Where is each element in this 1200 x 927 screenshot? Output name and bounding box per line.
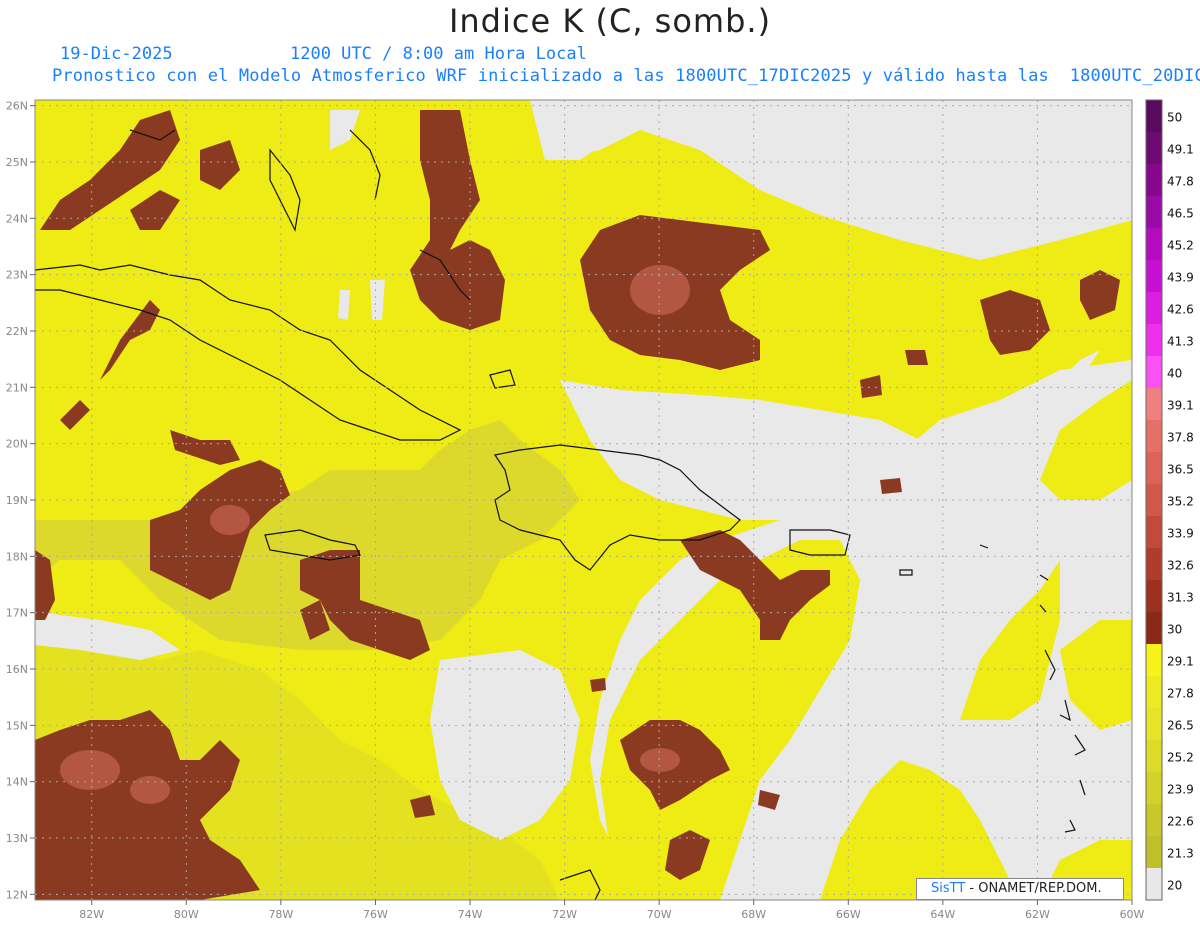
lon-tick-label: 82W	[79, 908, 104, 921]
colorbar-label: 21.3	[1167, 847, 1194, 861]
colorbar-swatch	[1146, 772, 1162, 805]
k-index-map: 82W 80W 78W 76W 74W 72W 70W 68W 66W 64W 62W 60W 26N 2…	[6, 99, 1194, 921]
colorbar-label: 32.6	[1167, 559, 1194, 573]
lat-tick-label: 12N	[6, 888, 28, 901]
colorbar-swatch	[1146, 740, 1162, 773]
lat-tick-label: 15N	[6, 719, 28, 732]
lat-tick-label: 21N	[6, 381, 28, 394]
lon-tick-label: 64W	[930, 908, 955, 921]
colorbar-swatch	[1146, 420, 1162, 453]
colorbar-label: 26.5	[1167, 719, 1194, 733]
colorbar-label: 31.3	[1167, 591, 1194, 605]
sistt-logo: SisTT	[931, 881, 966, 896]
colorbar-label: 40	[1167, 367, 1182, 381]
map-plot-area	[35, 100, 1132, 900]
colorbar-label: 25.2	[1167, 751, 1194, 765]
lat-tick-label: 24N	[6, 212, 28, 225]
lat-tick-label: 14N	[6, 776, 28, 789]
colorbar-swatch	[1146, 516, 1162, 549]
lat-tick-label: 25N	[6, 156, 28, 169]
lon-tick-label: 70W	[647, 908, 672, 921]
lon-tick-label: 62W	[1025, 908, 1050, 921]
colorbar-label: 50	[1167, 111, 1182, 125]
colorbar-swatch	[1146, 708, 1162, 741]
lon-tick-label: 72W	[552, 908, 577, 921]
colorbar-label: 43.9	[1167, 271, 1194, 285]
colorbar-label: 35.2	[1167, 495, 1194, 509]
colorbar-label: 47.8	[1167, 175, 1194, 189]
colorbar-label: 20	[1167, 879, 1182, 893]
colorbar-swatch	[1146, 292, 1162, 325]
lon-tick-label: 76W	[363, 908, 388, 921]
colorbar: 50 49.1 47.8 46.5 45.2 43.9 42.6 41.3 40 39.1 37.8…	[1145, 99, 1194, 901]
colorbar-swatch	[1146, 580, 1162, 613]
colorbar-label: 30	[1167, 623, 1182, 637]
colorbar-label: 41.3	[1167, 335, 1194, 349]
lat-tick-label: 23N	[6, 269, 28, 282]
colorbar-label: 27.8	[1167, 687, 1194, 701]
colorbar-label: 23.9	[1167, 783, 1194, 797]
colorbar-swatch	[1146, 196, 1162, 229]
lat-tick-label: 20N	[6, 438, 28, 451]
colorbar-swatch	[1146, 804, 1162, 837]
colorbar-swatch	[1146, 356, 1162, 389]
colorbar-swatch	[1146, 132, 1162, 165]
colorbar-label: 42.6	[1167, 303, 1194, 317]
colorbar-label: 29.1	[1167, 655, 1194, 669]
lat-tick-label: 26N	[6, 100, 28, 113]
colorbar-label: 49.1	[1167, 143, 1194, 157]
lon-tick-label: 78W	[268, 908, 293, 921]
colorbar-swatch	[1146, 452, 1162, 485]
colorbar-swatch	[1146, 676, 1162, 709]
lon-tick-label: 66W	[836, 908, 861, 921]
lon-tick-label: 80W	[174, 908, 199, 921]
lat-tick-label: 16N	[6, 663, 28, 676]
colorbar-swatch	[1146, 100, 1162, 133]
colorbar-label: 45.2	[1167, 239, 1194, 253]
credit-text: - ONAMET/REP.DOM.	[965, 881, 1102, 896]
colorbar-swatch	[1146, 164, 1162, 197]
colorbar-swatch	[1146, 260, 1162, 293]
lat-tick-label: 18N	[6, 550, 28, 563]
colorbar-swatch	[1146, 836, 1162, 869]
lon-tick-label: 74W	[458, 908, 483, 921]
colorbar-swatch	[1146, 388, 1162, 421]
colorbar-swatch	[1146, 868, 1162, 901]
lat-tick-label: 19N	[6, 494, 28, 507]
lat-tick-label: 22N	[6, 325, 28, 338]
colorbar-swatch	[1146, 484, 1162, 517]
colorbar-label: 37.8	[1167, 431, 1194, 445]
colorbar-label: 39.1	[1167, 399, 1194, 413]
colorbar-label: 46.5	[1167, 207, 1194, 221]
colorbar-swatch	[1146, 612, 1162, 645]
colorbar-swatch	[1146, 324, 1162, 357]
colorbar-label: 22.6	[1167, 815, 1194, 829]
lon-tick-label: 60W	[1120, 908, 1145, 921]
lat-tick-label: 17N	[6, 607, 28, 620]
colorbar-swatch	[1146, 548, 1162, 581]
credit-box: SisTT - ONAMET/REP.DOM.	[916, 878, 1124, 900]
colorbar-swatch	[1146, 644, 1162, 677]
colorbar-swatch	[1146, 228, 1162, 261]
lat-tick-label: 13N	[6, 832, 28, 845]
colorbar-label: 36.5	[1167, 463, 1194, 477]
lon-tick-label: 68W	[741, 908, 766, 921]
colorbar-label: 33.9	[1167, 527, 1194, 541]
